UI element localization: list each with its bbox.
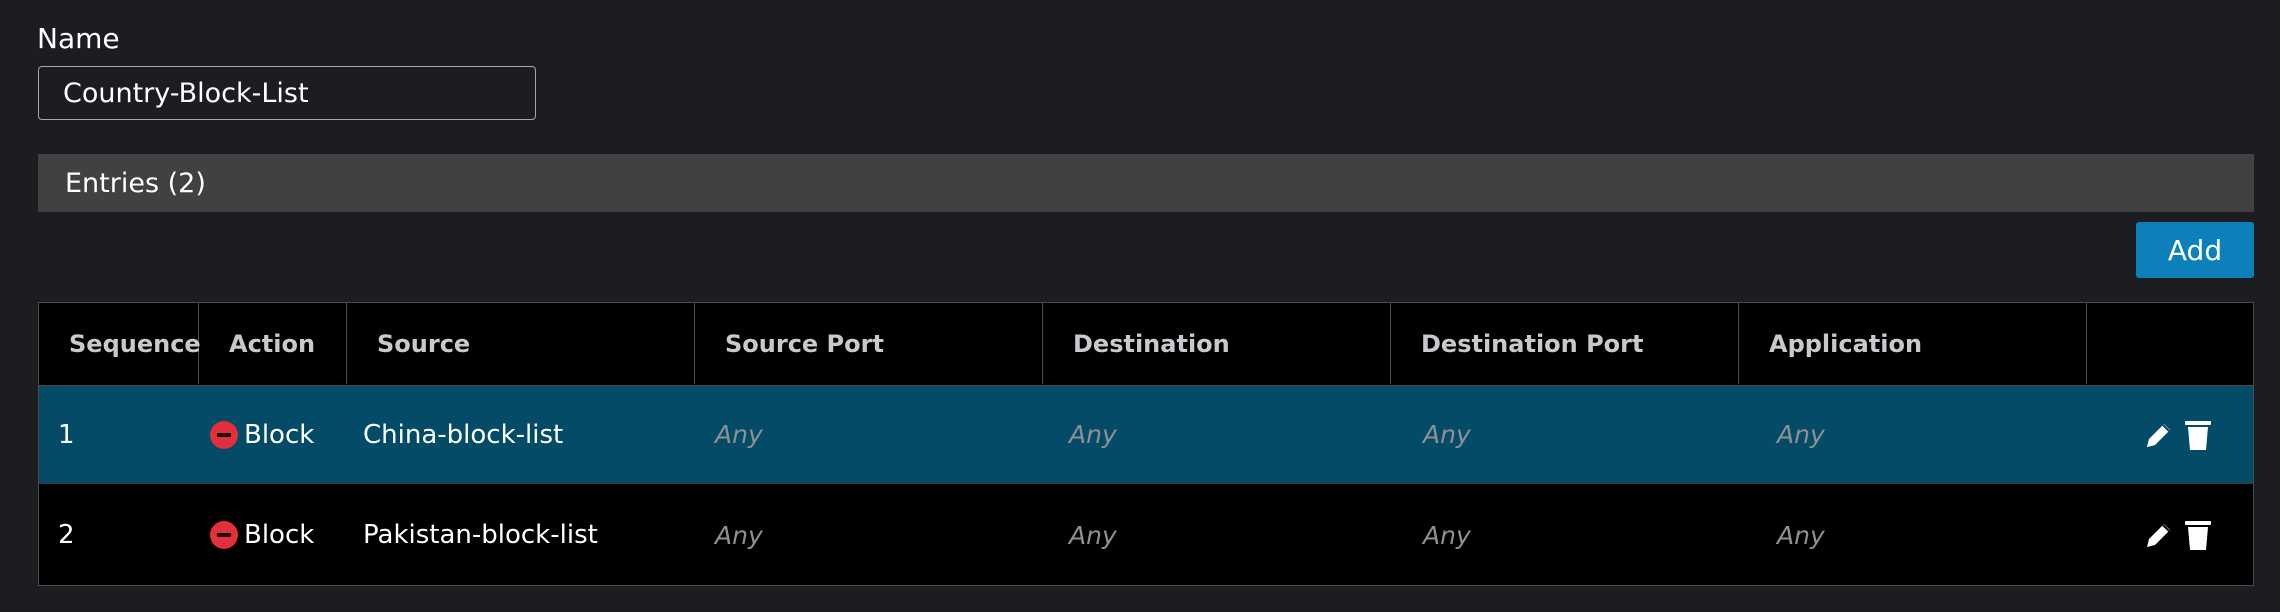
column-header-application[interactable]: Application [1739,303,2087,384]
trash-icon[interactable] [2185,518,2211,552]
row-application: Any [1777,520,1825,550]
row-source-port: Any [715,420,763,449]
row-destination-port: Any [1423,420,1471,449]
column-header-source[interactable]: Source [347,303,695,384]
block-icon [210,521,238,549]
entries-header: Entries (2) [38,154,2254,212]
row-actions [2143,486,2211,584]
block-icon [210,420,238,449]
table-header: Sequence Action Source Source Port Desti… [39,303,2253,386]
row-action-label: Block [244,419,315,450]
row-sequence: 1 [58,419,75,450]
row-sequence: 2 [58,520,75,550]
table-row[interactable]: 2 Block Pakistan-block-list Any Any Any … [39,486,2253,584]
column-header-destination-port[interactable]: Destination Port [1391,303,1739,384]
row-action: Block [210,386,314,483]
entries-table: Sequence Action Source Source Port Desti… [38,302,2254,586]
pencil-icon[interactable] [2143,519,2175,551]
trash-icon[interactable] [2185,418,2211,452]
row-destination-port: Any [1423,520,1471,550]
row-source-port: Any [715,520,763,550]
pencil-icon[interactable] [2143,419,2175,451]
row-application: Any [1777,420,1825,449]
name-label: Name [37,22,120,55]
row-destination: Any [1069,420,1117,449]
row-source: Pakistan-block-list [363,520,598,550]
name-input[interactable] [38,66,536,120]
column-header-source-port[interactable]: Source Port [695,303,1043,384]
table-row[interactable]: 1 Block China-block-list Any Any Any Any [39,386,2253,484]
row-source: China-block-list [363,419,564,450]
column-header-destination[interactable]: Destination [1043,303,1391,384]
access-list-editor: Name Entries (2) Add Sequence Action Sou… [0,0,2280,612]
add-button[interactable]: Add [2136,222,2254,278]
row-actions [2143,386,2211,483]
row-action: Block [210,486,314,584]
entries-title: Entries (2) [65,167,206,199]
column-header-sequence[interactable]: Sequence [39,303,201,384]
column-header-action[interactable]: Action [199,303,347,384]
row-action-label: Block [244,520,315,550]
row-destination: Any [1069,520,1117,550]
column-header-actions [2087,303,2253,384]
